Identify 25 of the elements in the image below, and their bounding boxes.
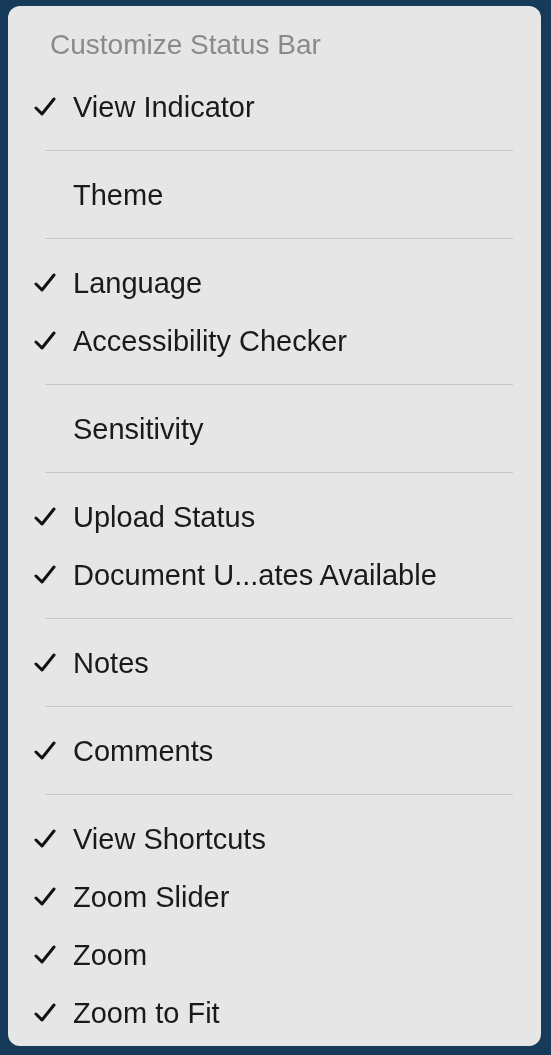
check-icon [34,887,56,907]
menu-item[interactable]: Sensitivity [8,400,541,458]
menu-title: Customize Status Bar [49,28,322,62]
check-icon [34,829,56,849]
menu-item[interactable]: Upload Status [8,488,541,546]
menu-item[interactable]: Accessibility Checker [8,312,541,370]
check-icon [34,97,56,117]
check-icon [34,331,56,351]
menu-item[interactable]: View Shortcuts [8,810,541,868]
menu-item[interactable]: Comments [8,722,541,780]
menu-item[interactable]: Zoom [8,926,541,984]
menu-item[interactable]: Zoom to Fit [8,984,541,1042]
check-icon [34,273,56,293]
check-icon [34,741,56,761]
check-icon [34,507,56,527]
check-icon [34,653,56,673]
check-icon [34,565,56,585]
menu-item[interactable]: Language [8,254,541,312]
menu-item[interactable]: Notes [8,634,541,692]
check-icon [34,945,56,965]
menu-item[interactable]: Document U...ates Available [8,546,541,604]
menu-item[interactable]: Theme [8,166,541,224]
menu-item[interactable]: Zoom Slider [8,868,541,926]
check-icon [34,1003,56,1023]
menu-item[interactable]: View Indicator [8,78,541,136]
